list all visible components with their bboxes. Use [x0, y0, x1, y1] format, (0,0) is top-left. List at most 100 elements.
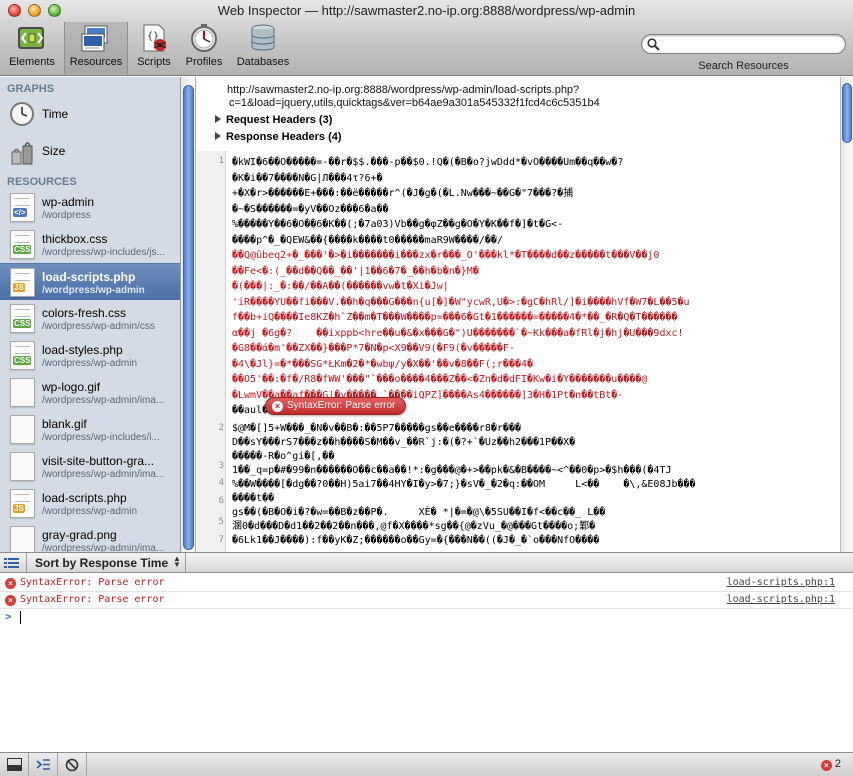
clear-icon [65, 758, 79, 772]
sidebar-scroll-thumb[interactable] [183, 85, 194, 550]
request-headers-toggle[interactable]: Request Headers (3) [215, 114, 332, 126]
code-line: �(���|:_�:��/��A��(������vw�t�Xi�Jw| [232, 281, 449, 292]
scripts-icon: {} [143, 24, 167, 52]
error-icon: × [5, 578, 16, 589]
sidebar-scrollbar[interactable] [181, 77, 196, 552]
resources-sidebar: GRAPHS Time Size RESOURCES </> wp-admin … [0, 77, 181, 552]
resource-path: /wordpress/wp-admin [42, 358, 138, 369]
resource-url: http://sawmaster2.no-ip.org:8888/wordpre… [227, 84, 600, 109]
code-line: �4\�Jl}=�*���SG*ŁKm�2�*�wbψ/y�X��'��v�8�… [232, 358, 576, 370]
code-line: 1��_q=p�#�99�n������O��c��a��!*:�g���@�+… [232, 465, 672, 476]
resource-path: /wordpress/wp-includes/js... [42, 247, 165, 258]
resource-name: wp-admin [42, 195, 95, 209]
toolbar-profiles-button[interactable]: Profiles [180, 22, 228, 74]
list-view-icon[interactable] [4, 557, 20, 570]
resource-item[interactable]: blank.gif /wordpress/wp-includes/i... [0, 411, 180, 448]
code-line: ��Fe<�:(_��d��Q��_��'|1��6�7�_��h�b�n�}M… [232, 265, 479, 277]
code-line: �kWI�6��O�����=-��r�$$.���-p��$0.!Q�(�B�… [232, 157, 624, 168]
sidebar-graph-time[interactable]: Time [0, 96, 180, 133]
resource-item[interactable]: </> wp-admin /wordpress [0, 189, 180, 226]
css-file-icon: CSS [10, 230, 35, 259]
code-line: $@M�[]5+W���_�N�v��B�:��5P7�����gs��e���… [232, 423, 521, 434]
error-icon: × [5, 595, 16, 606]
graphs-header: GRAPHS [7, 83, 55, 95]
resource-item[interactable]: wp-logo.gif /wordpress/wp-admin/ima... [0, 374, 180, 411]
resource-item[interactable]: CSS load-styles.php /wordpress/wp-admin [0, 337, 180, 374]
console-prompt: > [5, 610, 12, 623]
resource-name: gray-grad.png [42, 528, 117, 542]
popup-arrows-icon[interactable]: ▲ ▼ [173, 555, 181, 569]
toolbar-scripts-button[interactable]: {} Scripts [132, 22, 176, 74]
error-icon: × [820, 760, 832, 771]
console-input[interactable] [20, 611, 21, 624]
console-icon [36, 759, 50, 770]
line-number: 3 [218, 461, 224, 471]
code-line: gs��(�B�O�i�?�w=��B�z��P�. XÈ� *|�=�@\�5… [232, 507, 606, 518]
console-toggle-button[interactable] [29, 753, 58, 776]
line-number: 4 [218, 478, 224, 488]
dock-icon [7, 758, 22, 771]
image-file-icon [10, 378, 35, 407]
resource-item[interactable]: visit-site-button-gra... /wordpress/wp-a… [0, 448, 180, 485]
line-number: 1 [218, 156, 224, 166]
code-line: ��Q@ûbeq2+�_���'�>�i�������i���zx�r���_O… [232, 250, 660, 261]
elements-icon [18, 27, 44, 49]
sidebar-graph-size[interactable]: Size [0, 133, 180, 170]
resource-item[interactable]: CSS colors-fresh.css /wordpress/wp-admin… [0, 300, 180, 337]
toolbar-elements-button[interactable]: Elements [4, 22, 60, 74]
code-line: ����t�� [232, 493, 275, 504]
resource-item-selected[interactable]: JS load-scripts.php /wordpress/wp-admin [0, 263, 180, 300]
console-source-link[interactable]: load-scripts.php:1 [727, 577, 835, 588]
resource-item[interactable]: gray-grad.png /wordpress/wp-admin/ima... [0, 522, 180, 552]
code-line: α��j �6g�? ��ixppb<hre��u�&�x���G�")U���… [232, 327, 684, 339]
console-panel: × SyntaxError: Parse error load-scripts.… [0, 574, 853, 752]
error-count-badge[interactable]: × 2 [820, 758, 841, 771]
document-icon: </> [10, 193, 35, 222]
resource-name: wp-logo.gif [42, 380, 101, 394]
profiles-icon [191, 24, 217, 52]
code-line: �6Lk1��J����):f��yK�Z;������o��Gy=�{���N… [232, 535, 600, 546]
resource-path: /wordpress/wp-admin/css [42, 321, 155, 332]
content-scroll-thumb[interactable] [842, 83, 852, 143]
line-number: 5 [218, 517, 224, 527]
code-line: %��W����[�dg��?0��H)5ai7��4HY�I�y>�7;}�s… [232, 479, 696, 490]
resource-name: load-scripts.php [42, 491, 127, 505]
search-icon [647, 38, 660, 51]
resource-path: /wordpress/wp-includes/i... [42, 432, 160, 443]
error-icon: × [272, 401, 283, 412]
code-line: ��O5'��:�f�/R8�fWW'���"`���o����4���Z��<… [232, 374, 648, 385]
search-resources-field[interactable] [641, 34, 846, 54]
response-headers-toggle[interactable]: Response Headers (4) [215, 131, 342, 143]
code-line: �K�i��7����N�G|Л���4τ?6+� [232, 172, 383, 184]
line-number: 2 [218, 423, 224, 433]
search-label: Search Resources [698, 60, 789, 72]
resources-icon [81, 25, 108, 52]
line-number-gutter: 1 2 3 4 5 6 7 [197, 151, 226, 552]
content-scrollbar[interactable] [840, 77, 853, 552]
toolbar-resources-button[interactable]: Resources [64, 22, 128, 74]
console-message: × SyntaxError: Parse error load-scripts.… [0, 592, 853, 609]
code-line: ����p^�_�QEW&��{����k����t0�����maR9W���… [232, 234, 503, 246]
code-line: 溷0�d���D�d1��2��2��n���,@f�X����*sg��{@�… [232, 521, 596, 532]
resource-path: /wordpress/wp-admin [42, 506, 138, 517]
resource-name: blank.gif [42, 417, 87, 431]
code-line: D��sY���rS7���z��h����S�M��v_��R`j:�(�?+… [232, 437, 576, 448]
resource-path: /wordpress [42, 210, 91, 221]
clear-console-button[interactable] [58, 753, 87, 776]
line-number: 6 [218, 496, 224, 506]
window-titlebar: Web Inspector — http://sawmaster2.no-ip.… [0, 0, 853, 76]
line-number: 7 [218, 535, 224, 545]
sort-select[interactable]: Sort by Response Time [35, 556, 168, 570]
resource-item[interactable]: JS load-scripts.php /wordpress/wp-admin [0, 485, 180, 522]
toolbar-databases-button[interactable]: Databases [232, 22, 294, 74]
dock-toggle-button[interactable] [0, 753, 29, 776]
clock-icon [10, 102, 34, 126]
console-source-link[interactable]: load-scripts.php:1 [727, 594, 835, 605]
code-line: %�����Y��6�O��6�K��(;�7a03)Vb��g�φZ��g�O… [232, 219, 564, 230]
resource-name: load-scripts.php [42, 270, 136, 284]
search-input[interactable] [664, 37, 839, 51]
resource-name: load-styles.php [42, 343, 123, 357]
resource-item[interactable]: CSS thickbox.css /wordpress/wp-includes/… [0, 226, 180, 263]
code-line: �G8��ά�m'��ZX��}���P*7�N�p<X9��V9(�F9(�v… [232, 343, 515, 354]
css-file-icon: CSS [10, 304, 35, 333]
